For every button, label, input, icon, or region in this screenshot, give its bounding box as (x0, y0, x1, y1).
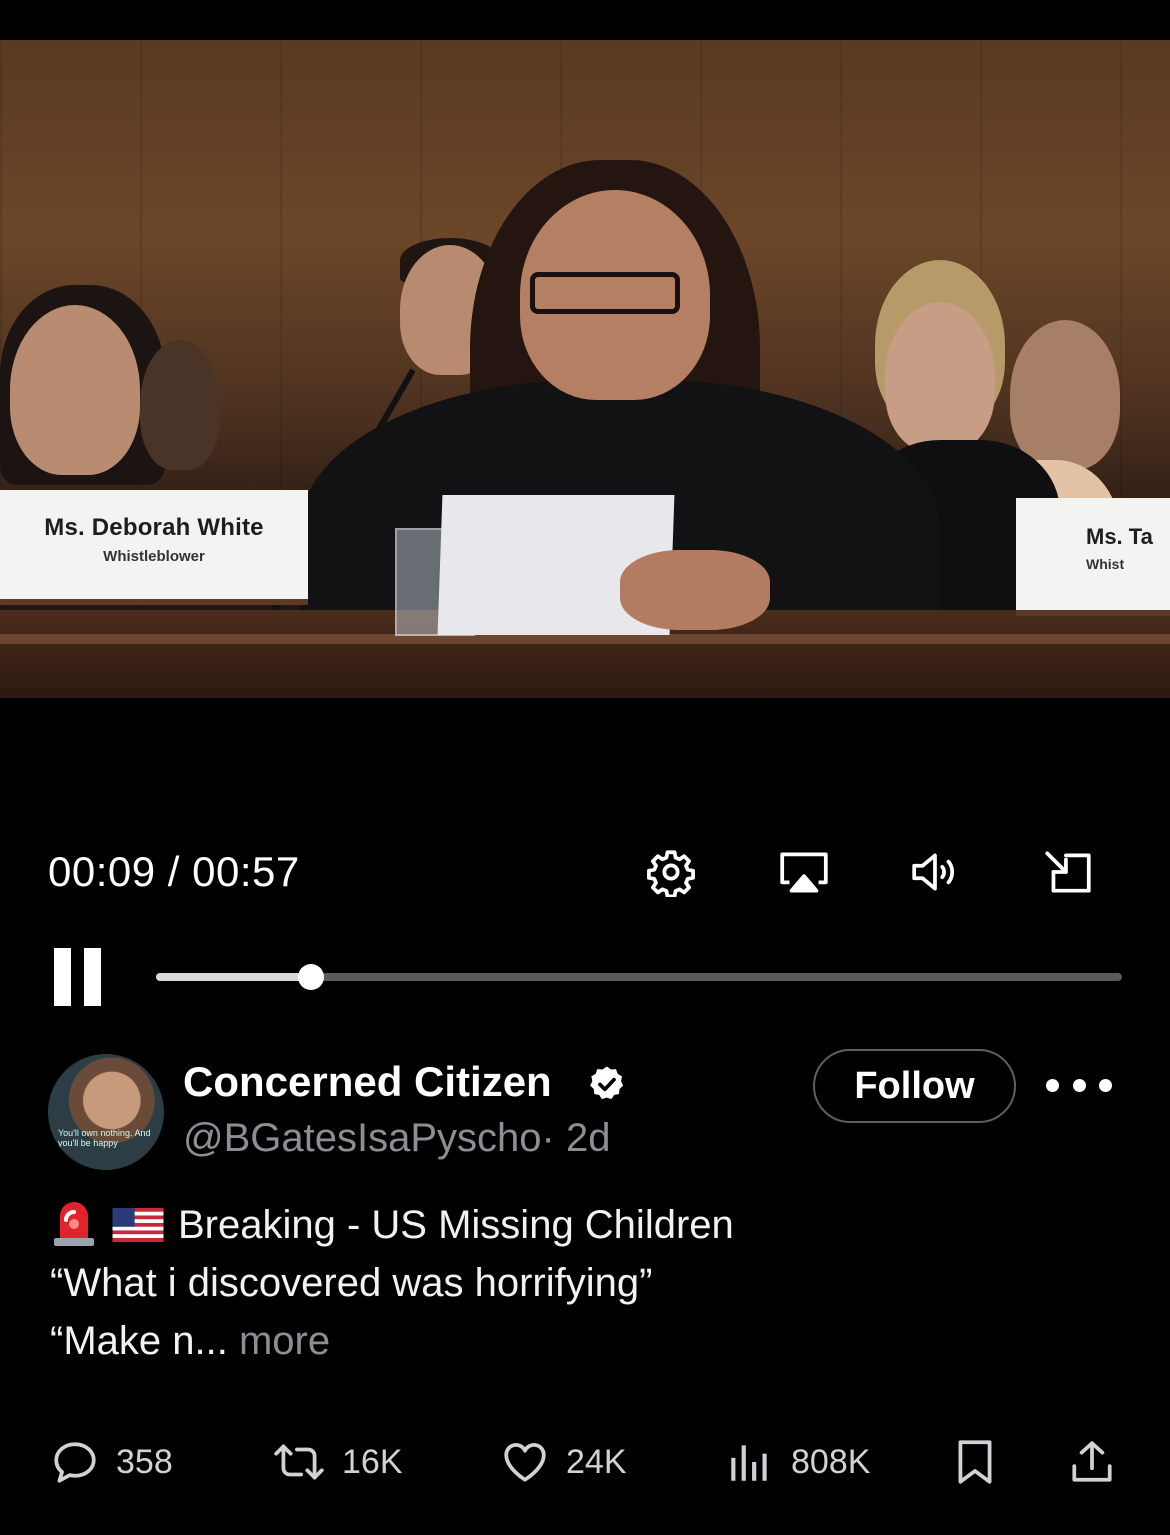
heart-icon (504, 1443, 546, 1482)
nameplate-right-title: Whist (1086, 556, 1125, 572)
video-frame[interactable]: Ms. Deborah White Whistleblower Ms. Ta W… (0, 40, 1170, 698)
repost-icon (274, 1444, 324, 1480)
airplay-icon[interactable] (776, 844, 832, 900)
settings-gear-icon[interactable] (643, 844, 699, 900)
follow-button[interactable]: Follow (813, 1049, 1016, 1123)
share-button[interactable] (1066, 1436, 1134, 1488)
reply-button[interactable]: 358 (50, 1436, 173, 1488)
post-line-3-text: “Make n... (50, 1319, 228, 1363)
speaker-hand (620, 550, 770, 630)
views-count: 808K (791, 1442, 871, 1481)
share-icon (1072, 1441, 1112, 1482)
bookmark-button[interactable] (950, 1436, 1016, 1488)
repost-count: 16K (342, 1442, 403, 1481)
post-text: Breaking - US Missing Children “What i d… (50, 1196, 1130, 1370)
post-line-2: “What i discovered was horrifying” (50, 1261, 653, 1305)
pause-bar-right (84, 948, 101, 1006)
speaker-glasses (530, 272, 680, 314)
display-name[interactable]: Concerned Citizen (183, 1058, 552, 1106)
views-button[interactable]: 808K (725, 1436, 870, 1488)
person-far-right (1010, 320, 1120, 470)
person-left-back (140, 340, 220, 470)
repost-button[interactable]: 16K (272, 1436, 403, 1488)
user-handle[interactable]: @BGatesIsaPyscho (183, 1116, 542, 1160)
person-left (10, 305, 140, 475)
like-button[interactable]: 24K (500, 1436, 627, 1488)
views-chart-icon (731, 1445, 767, 1481)
reply-count: 358 (116, 1442, 173, 1481)
avatar[interactable]: You'll own nothing. And you'll be happy (48, 1054, 164, 1170)
post-line-3: “Make n... more (50, 1312, 1130, 1370)
desk-edge (0, 634, 1170, 644)
handle-line: @BGatesIsaPyscho· 2d (183, 1116, 610, 1161)
post-line-1: Breaking - US Missing Children (50, 1196, 1130, 1254)
progress-thumb[interactable] (297, 964, 324, 990)
like-count: 24K (566, 1442, 627, 1481)
verified-badge-icon (590, 1066, 624, 1100)
post-line-1-text: Breaking - US Missing Children (178, 1203, 734, 1247)
pause-button[interactable] (54, 948, 104, 1006)
nameplate-left: Ms. Deborah White Whistleblower (0, 490, 308, 605)
progress-slider[interactable] (156, 964, 1122, 990)
nameplate-right: Ms. Ta Whist (1016, 498, 1170, 616)
person-right (885, 302, 995, 452)
progress-fill (156, 973, 311, 981)
nameplate-left-title: Whistleblower (103, 548, 205, 565)
exit-fullscreen-icon[interactable] (1040, 844, 1096, 900)
siren-emoji-icon (54, 1202, 94, 1246)
post-age: · 2d (541, 1116, 611, 1160)
show-more-link[interactable]: more (239, 1319, 330, 1363)
time-display: 00:09 / 00:57 (48, 848, 300, 895)
volume-icon[interactable] (908, 844, 964, 900)
us-flag-emoji-icon (112, 1208, 164, 1242)
avatar-caption: You'll own nothing. And you'll be happy (58, 1128, 151, 1148)
more-options-icon[interactable] (1046, 1070, 1112, 1100)
pause-bar-left (54, 948, 71, 1006)
nameplate-left-name: Ms. Deborah White (44, 514, 264, 541)
reply-icon (54, 1442, 96, 1483)
nameplate-right-name: Ms. Ta (1086, 524, 1153, 549)
bookmark-icon (958, 1440, 992, 1484)
